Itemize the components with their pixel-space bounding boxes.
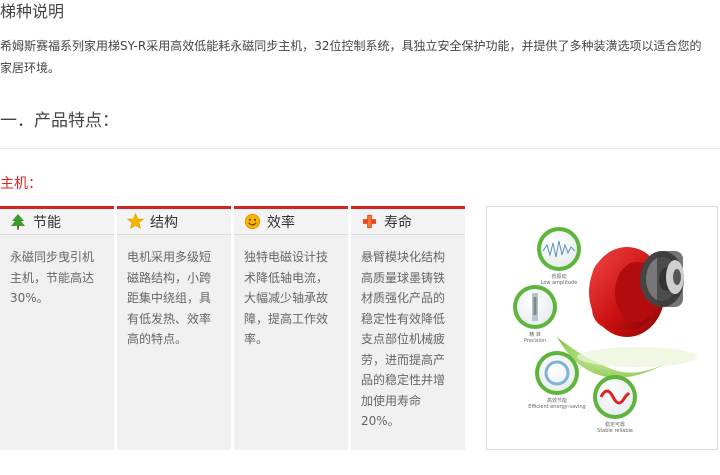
feature-text: 电机采用多级短磁路结构，小跨距集中绕组，具有低发热、效率高的特点。: [117, 235, 231, 448]
star-icon: [126, 213, 144, 231]
elevator-description: 希姆斯赛福系列家用梯SY-R采用高效低能耗永磁同步主机，32位控制系统，具独立安…: [0, 39, 702, 75]
page-title: 梯种说明: [0, 2, 65, 21]
feature-label: 效率: [267, 214, 295, 231]
tree-icon: [9, 213, 27, 231]
section-divider: [0, 148, 720, 149]
caption-stable-reliable: 稳定可靠 Stable reliable: [597, 422, 633, 434]
smiley-icon: [243, 213, 261, 231]
feature-lifespan: 寿命 悬臂模块化结构高质量球墨铸铁材质强化产品的稳定性有效降低支点部位机械疲劳，…: [351, 206, 465, 450]
feature-label: 节能: [33, 214, 61, 231]
cross-plus-icon: [360, 213, 378, 231]
feature-text: 独特电磁设计技术降低轴电流，大幅减少轴承故障，提高工作效率。: [234, 235, 348, 448]
feature-label: 寿命: [384, 214, 412, 231]
caption-low-amplitude: 低振动 Low amplitude: [540, 274, 578, 286]
feature-text: 悬臂模块化结构高质量球墨铸铁材质强化产品的稳定性有效降低支点部位机械疲劳，进而提…: [351, 235, 465, 448]
feature-header: 寿命: [351, 206, 465, 235]
feature-text: 永磁同步曳引机主机，节能高达30%。: [0, 235, 114, 448]
feature-label: 结构: [150, 214, 178, 231]
motor-subheading: 主机：: [0, 176, 42, 192]
feature-structure: 结构 电机采用多级短磁路结构，小跨距集中绕组，具有低发热、效率高的特点。: [117, 206, 231, 450]
feature-header: 效率: [234, 206, 348, 235]
feature-header: 节能: [0, 206, 114, 235]
feature-efficiency: 效率 独特电磁设计技术降低轴电流，大幅减少轴承故障，提高工作效率。: [234, 206, 348, 450]
motor-illustration: [513, 227, 697, 419]
feature-header: 结构: [117, 206, 231, 235]
caption-precision: 精 准 Precision: [523, 332, 547, 344]
section-heading: 一．产品特点：: [0, 111, 119, 131]
caption-energy-saving: 高效节能 Efficient energy-saving: [528, 398, 586, 410]
feature-energy-saving: 节能 永磁同步曳引机主机，节能高达30%。: [0, 206, 114, 450]
motor-product-image: 低振动 Low amplitude 精 准 Precision 高效节能 Effici…: [486, 206, 718, 450]
